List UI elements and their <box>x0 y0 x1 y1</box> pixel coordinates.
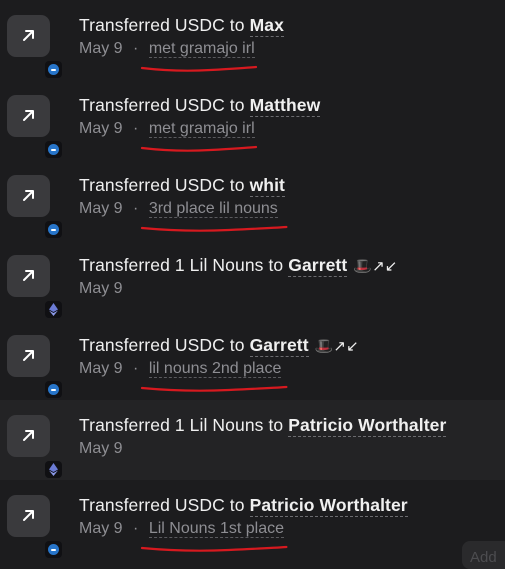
meta-separator: · <box>133 40 139 57</box>
transaction-date: May 9 <box>79 40 123 57</box>
usdc-icon <box>45 221 62 238</box>
transaction-date: May 9 <box>79 120 123 137</box>
arrow-up-right-icon <box>23 350 34 361</box>
recipient-extra: 🎩↗↙ <box>314 338 359 355</box>
transaction-note[interactable]: met gramajo irl <box>148 120 255 138</box>
transfer-tile <box>7 495 62 558</box>
arrow-up-right-icon <box>23 430 34 441</box>
usdc-icon <box>45 61 62 78</box>
transfer-tile <box>7 335 62 398</box>
recipient-name[interactable]: Matthew <box>249 95 321 117</box>
transaction-note[interactable]: Lil Nouns 1st place <box>148 520 284 538</box>
usdc-icon <box>45 541 62 558</box>
recipient-extra: 🎩↗↙ <box>353 258 398 275</box>
transaction-action: Transferred 1 Lil Nouns to <box>79 415 289 435</box>
transaction-date: May 9 <box>79 520 123 537</box>
transaction-row[interactable]: Transferred USDC to whit May 9 · 3rd pla… <box>0 160 505 240</box>
transaction-row[interactable]: Transferred USDC to Matthew May 9 · met … <box>0 80 505 160</box>
recipient-name[interactable]: whit <box>249 175 285 197</box>
arrow-up-right-icon <box>23 190 34 201</box>
transaction-date: May 9 <box>79 280 123 297</box>
transaction-action: Transferred USDC to <box>79 335 250 355</box>
arrow-up-right-icon <box>23 510 34 521</box>
arrow-up-right-icon <box>23 270 34 281</box>
transaction-action: Transferred USDC to <box>79 495 250 515</box>
meta-separator: · <box>133 360 139 377</box>
ethereum-diamond-icon <box>49 303 58 316</box>
meta-separator: · <box>133 200 139 217</box>
transaction-note[interactable]: lil nouns 2nd place <box>148 360 282 378</box>
recipient-name[interactable]: Garrett <box>249 335 309 357</box>
transfer-tile <box>7 415 62 478</box>
transaction-date: May 9 <box>79 440 123 457</box>
transaction-action: Transferred USDC to <box>79 95 250 115</box>
transaction-row[interactable]: Transferred 1 Lil Nouns to Garrett 🎩↗↙ Ma… <box>0 240 505 320</box>
transaction-row[interactable]: Transferred USDC to Garrett 🎩↗↙ May 9 · l… <box>0 320 505 400</box>
transaction-row[interactable]: Transferred USDC to Max May 9 · met gram… <box>0 0 505 80</box>
transaction-action: Transferred USDC to <box>79 175 250 195</box>
recipient-name[interactable]: Max <box>249 15 284 37</box>
arrow-up-right-icon <box>23 30 34 41</box>
transaction-note[interactable]: 3rd place lil nouns <box>148 200 278 218</box>
transfer-tile <box>7 95 62 158</box>
transfer-tile <box>7 15 62 78</box>
arrow-up-right-icon <box>23 110 34 121</box>
ethereum-diamond-icon <box>49 463 58 476</box>
recipient-name[interactable]: Patricio Worthalter <box>288 415 447 437</box>
usdc-coin-icon <box>48 384 59 395</box>
transfer-tile <box>7 175 62 238</box>
ethereum-icon <box>45 461 62 478</box>
meta-separator: · <box>133 120 139 137</box>
ethereum-icon <box>45 301 62 318</box>
transaction-date: May 9 <box>79 200 123 217</box>
transaction-note[interactable]: met gramajo irl <box>148 40 255 58</box>
usdc-coin-icon <box>48 144 59 155</box>
transaction-action: Transferred USDC to <box>79 15 250 35</box>
usdc-coin-icon <box>48 544 59 555</box>
usdc-coin-icon <box>48 224 59 235</box>
recipient-name[interactable]: Garrett <box>288 255 348 277</box>
transaction-feed: Transferred USDC to Max May 9 · met gram… <box>0 0 505 560</box>
recipient-name[interactable]: Patricio Worthalter <box>249 495 408 517</box>
transaction-row[interactable]: Transferred 1 Lil Nouns to Patricio Wort… <box>0 400 505 480</box>
transfer-tile <box>7 255 62 318</box>
usdc-icon <box>45 141 62 158</box>
transaction-action: Transferred 1 Lil Nouns to <box>79 255 289 275</box>
transaction-row[interactable]: Transferred USDC to Patricio Worthalter … <box>0 480 505 560</box>
usdc-coin-icon <box>48 64 59 75</box>
add-button[interactable]: Add <box>462 541 505 569</box>
transaction-date: May 9 <box>79 360 123 377</box>
meta-separator: · <box>133 520 139 537</box>
usdc-icon <box>45 381 62 398</box>
